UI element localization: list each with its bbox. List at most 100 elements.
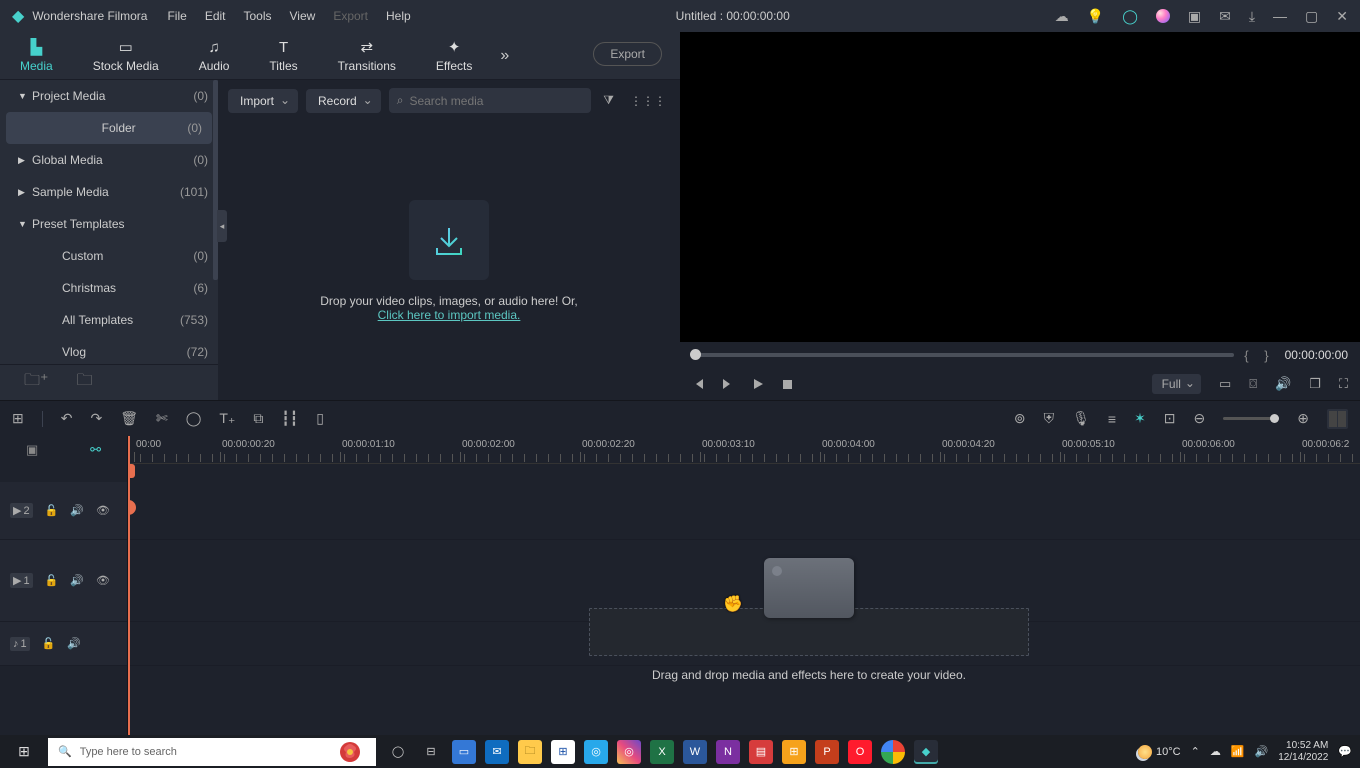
app-instagram-icon[interactable]: ◎ (617, 740, 641, 764)
timeline-ruler[interactable]: 00:00 00:00:00:20 00:00:01:10 00:00:02:0… (128, 436, 1360, 464)
lock-icon[interactable]: 🔓 (45, 574, 59, 587)
app-store-icon[interactable]: ⊞ (551, 740, 575, 764)
volume-icon[interactable]: 🔊 (1275, 376, 1291, 392)
app-powerpoint-icon[interactable]: P (815, 740, 839, 764)
link-icon[interactable]: ⚯ (90, 442, 101, 458)
app-excel-icon[interactable]: X (650, 740, 674, 764)
menu-tools[interactable]: Tools (244, 9, 272, 23)
tab-titles[interactable]: TTitles (249, 39, 317, 73)
save-icon[interactable]: ▣ (1188, 8, 1201, 25)
track-header-v1[interactable]: ▶1 🔓 🔊 👁 (0, 540, 127, 622)
marker-add-icon[interactable]: ⊡ (1164, 410, 1176, 427)
minimize-icon[interactable]: — (1273, 8, 1287, 24)
app-onenote-icon[interactable]: N (716, 740, 740, 764)
display-icon[interactable]: ▭ (1219, 376, 1231, 392)
tray-notifications-icon[interactable]: 💬 (1338, 745, 1352, 758)
tray-weather[interactable]: 10°C (1138, 745, 1181, 759)
app-edge-icon[interactable]: ◎ (584, 740, 608, 764)
app-trello-icon[interactable]: ▭ (452, 740, 476, 764)
taskbar-search[interactable]: 🔍 Type here to search (48, 738, 376, 766)
app-filmora-icon[interactable]: ◆ (914, 740, 938, 764)
tray-chevron-icon[interactable]: ⌃ (1191, 745, 1200, 758)
lock-icon[interactable]: 🔓 (42, 637, 56, 650)
track-a1[interactable] (128, 622, 1360, 666)
circle-icon[interactable]: ◯ (186, 410, 202, 427)
eye-icon[interactable]: 👁 (96, 574, 110, 587)
menu-help[interactable]: Help (386, 9, 411, 23)
tabs-more-icon[interactable]: » (500, 47, 509, 65)
cut-icon[interactable]: ✄ (156, 410, 168, 427)
download-icon[interactable]: ⤓ (1249, 8, 1255, 25)
stop-icon[interactable] (782, 379, 793, 390)
playhead[interactable] (128, 436, 130, 735)
taskview-icon[interactable]: ◯ (386, 740, 410, 764)
zoom-out-icon[interactable]: ⊖ (1194, 410, 1206, 427)
tab-transitions[interactable]: ⇄Transitions (318, 38, 416, 73)
clip-icon[interactable]: ▣ (26, 442, 38, 458)
delete-icon[interactable]: 🗑 (120, 410, 138, 427)
start-button[interactable]: ⊞ (0, 743, 48, 760)
tray-wifi-icon[interactable]: 📶 (1231, 745, 1245, 758)
prev-frame-icon[interactable] (692, 378, 704, 390)
sidebar-scrollbar[interactable] (213, 80, 218, 280)
bulb-icon[interactable]: 💡 (1087, 8, 1104, 25)
eye-icon[interactable]: 👁 (96, 504, 110, 517)
track-type-icon[interactable]: ▶2 (10, 503, 33, 518)
search-input[interactable] (409, 94, 583, 108)
preview-video[interactable] (680, 32, 1360, 342)
sidebar-item-sample-media[interactable]: ▶Sample Media(101) (0, 176, 218, 208)
track-type-icon[interactable]: ▶1 (10, 573, 33, 588)
sidebar-item-preset-templates[interactable]: ▼Preset Templates (0, 208, 218, 240)
menu-view[interactable]: View (290, 9, 316, 23)
app-word-icon[interactable]: W (683, 740, 707, 764)
collapse-sidebar-icon[interactable]: ◂ (217, 210, 227, 242)
tab-stock-media[interactable]: ▭Stock Media (73, 38, 179, 73)
maximize-icon[interactable]: ▢ (1305, 8, 1318, 25)
mail-icon[interactable]: ✉ (1219, 8, 1231, 25)
mute-icon[interactable]: 🔊 (70, 504, 84, 517)
sidebar-item-christmas[interactable]: Christmas(6) (0, 272, 218, 304)
cloud-icon[interactable]: ☁ (1055, 8, 1069, 25)
tab-audio[interactable]: ♫Audio (179, 39, 250, 73)
folder-icon[interactable]: 🗀 (76, 369, 92, 396)
widgets-icon[interactable]: ⊟ (419, 740, 443, 764)
media-drop-area[interactable]: Drop your video clips, images, or audio … (218, 121, 680, 400)
frame-icon[interactable]: ▯ (316, 410, 324, 427)
undo-icon[interactable]: ↶ (61, 410, 73, 427)
menu-edit[interactable]: Edit (205, 9, 226, 23)
account-icon[interactable] (1156, 9, 1170, 23)
apps-icon[interactable]: ⊞ (12, 410, 24, 427)
tray-clock[interactable]: 10:52 AM12/14/2022 (1278, 740, 1328, 764)
shield-icon[interactable]: ⛨ (1044, 410, 1055, 427)
next-frame-icon[interactable] (722, 378, 734, 390)
mark-in-out-icon[interactable]: { } (1244, 348, 1274, 363)
mixer-icon[interactable]: ≡ (1108, 411, 1116, 427)
equalizer-icon[interactable]: ┇┇ (281, 410, 298, 427)
sidebar-item-vlog[interactable]: Vlog(72) (0, 336, 218, 364)
crop-icon[interactable]: ⧉ (253, 410, 263, 427)
fullscreen-icon[interactable]: ⛶ (1339, 376, 1348, 392)
sidebar-item-project-media[interactable]: ▼Project Media(0) (0, 80, 218, 112)
search-media[interactable]: ⌕ (389, 88, 592, 113)
snapshot-icon[interactable]: ⌼ (1249, 376, 1257, 392)
lock-icon[interactable]: 🔓 (45, 504, 59, 517)
export-button[interactable]: Export (593, 42, 662, 66)
auto-icon[interactable]: ✶ (1134, 410, 1146, 427)
track-header-v2[interactable]: ▶2 🔓 🔊 👁 (0, 482, 127, 540)
mute-icon[interactable]: 🔊 (67, 637, 81, 650)
new-folder-icon[interactable]: 🗀⁺ (24, 369, 48, 396)
tray-onedrive-icon[interactable]: ☁ (1210, 745, 1221, 758)
app-mail-icon[interactable]: ✉ (485, 740, 509, 764)
zoom-in-icon[interactable]: ⊕ (1297, 410, 1309, 427)
import-link[interactable]: Click here to import media. (378, 308, 521, 322)
menu-export[interactable]: Export (333, 9, 368, 23)
app-ms-icon[interactable]: ⊞ (782, 740, 806, 764)
sidebar-item-global-media[interactable]: ▶Global Media(0) (0, 144, 218, 176)
app-chrome-icon[interactable] (881, 740, 905, 764)
app-opera-icon[interactable]: O (848, 740, 872, 764)
import-dropdown[interactable]: Import (228, 89, 298, 113)
track-v2[interactable] (128, 482, 1360, 540)
target-icon[interactable]: ⊚ (1014, 410, 1026, 427)
mic-icon[interactable]: 🎙 (1072, 410, 1090, 427)
quality-dropdown[interactable]: Full (1152, 374, 1201, 394)
